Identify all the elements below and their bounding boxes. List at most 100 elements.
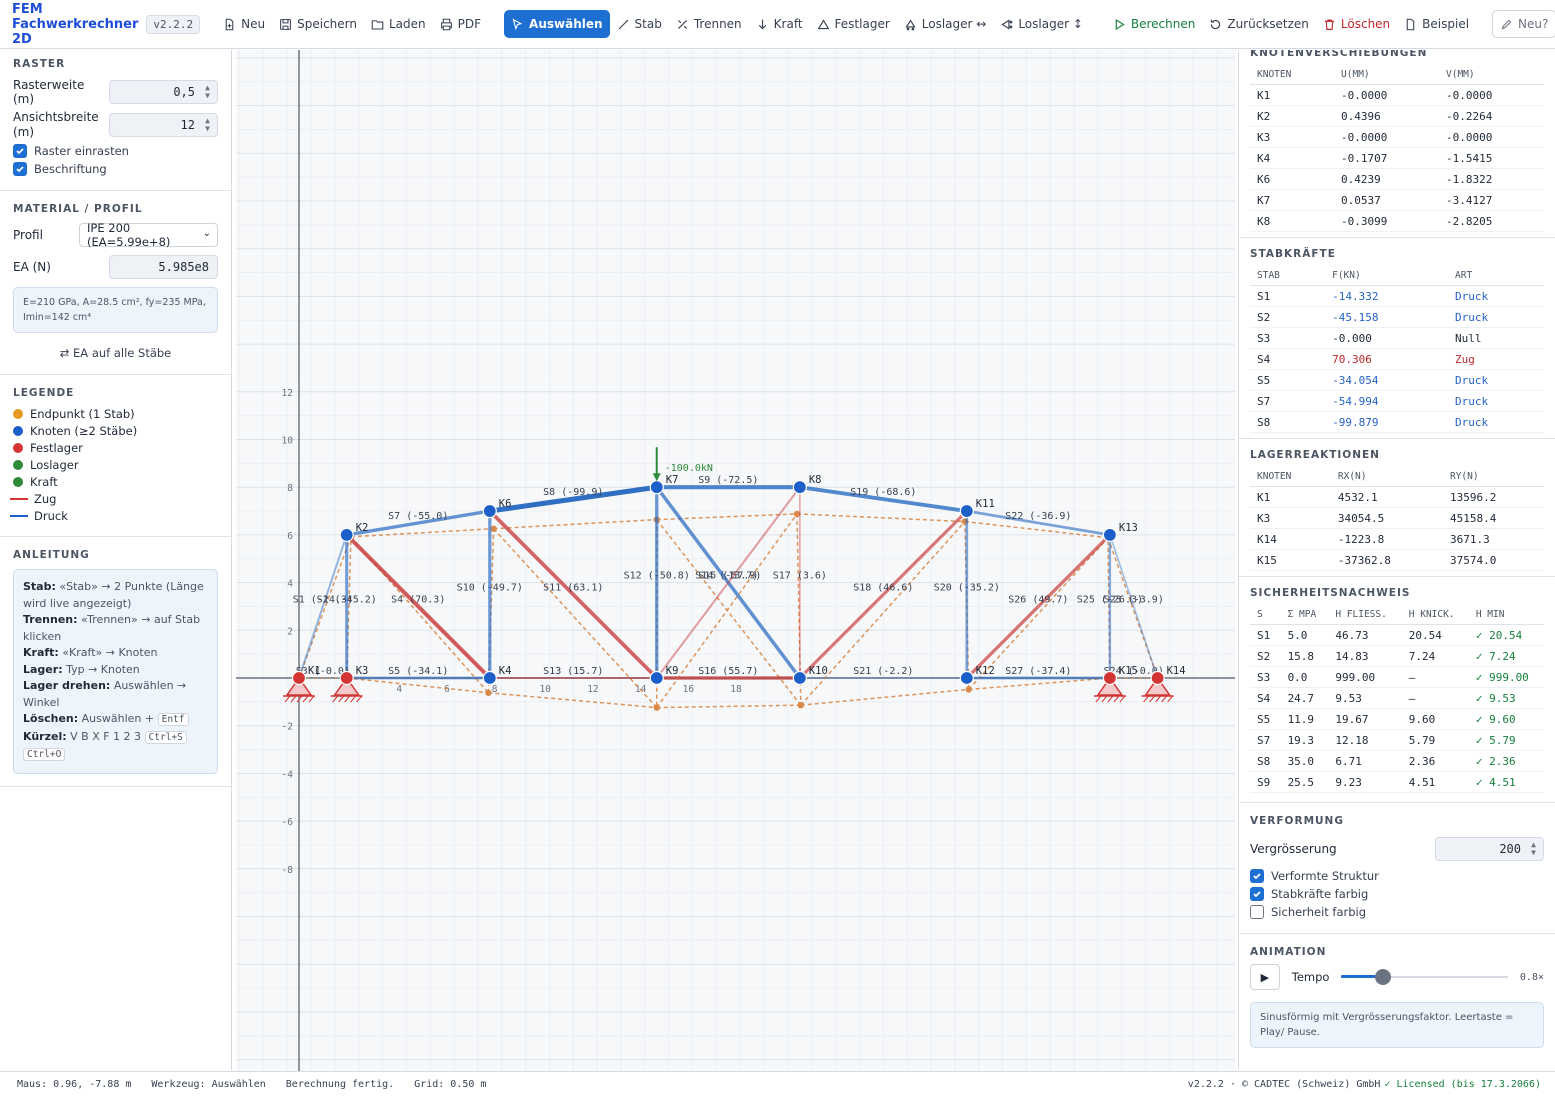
- spinner-icon[interactable]: ▲ ▼: [205, 84, 210, 100]
- force-tool-label: Kraft: [773, 17, 803, 31]
- delete-button[interactable]: Löschen: [1316, 10, 1397, 38]
- table-row: K15 -37362.8 37574.0: [1250, 549, 1544, 571]
- table-cell: S3: [1250, 327, 1326, 349]
- roller-support-icon: [905, 18, 916, 30]
- roller-h-tool-button[interactable]: Loslager ↔: [897, 10, 994, 38]
- node-k6[interactable]: [482, 503, 497, 519]
- help-new-button[interactable]: Neu?: [1492, 10, 1555, 38]
- node-k2[interactable]: [339, 527, 354, 542]
- guide-force-key: Kraft:: [23, 646, 59, 659]
- reset-button[interactable]: Zurücksetzen: [1202, 10, 1316, 38]
- grid-width-input[interactable]: 0,5 ▲ ▼: [109, 80, 218, 104]
- ea-all-label: EA auf alle Stäbe: [73, 346, 172, 360]
- node-k15[interactable]: [1102, 670, 1118, 686]
- grid-status: Grid: 0.50 m: [414, 1079, 487, 1090]
- raster-section: RASTER Rasterweite (m) 0,5 ▲ ▼ Ansichtsbre…: [0, 50, 231, 191]
- node-k9[interactable]: [649, 670, 664, 686]
- drawing-canvas[interactable]: 2468101214161812108642-2-4-6-8S1 (-14.3)…: [236, 33, 1235, 1084]
- play-icon: [1115, 18, 1125, 30]
- roller-v-tool-button[interactable]: Loslager ↕: [993, 10, 1090, 38]
- checkbox-checked-icon[interactable]: [13, 162, 27, 176]
- deformed-checkbox[interactable]: Verformte Struktur: [1250, 869, 1544, 883]
- force-color-label: Stabkräfte farbig: [1271, 887, 1369, 901]
- member-tool-button[interactable]: Stab: [610, 10, 669, 38]
- y-tick-label: -2: [282, 722, 293, 733]
- view-width-input[interactable]: 12 ▲ ▼: [109, 113, 218, 137]
- column-header: ART: [1448, 266, 1544, 286]
- ea-row: EA (N) 5.985e8: [13, 255, 218, 279]
- node-k14[interactable]: [1150, 670, 1165, 686]
- node-k8[interactable]: [792, 480, 807, 495]
- legend-section: LEGENDE Endpunkt (1 Stab) Knoten (≥2 Stäb…: [0, 375, 231, 537]
- legend-label: Knoten (≥2 Stäbe): [30, 424, 138, 438]
- node-k4[interactable]: [482, 670, 497, 686]
- node-k3[interactable]: [339, 670, 354, 686]
- table-header-row: SΣ MPA Η FLIESS. Η KNICK. Η MIN: [1250, 605, 1544, 625]
- table-cell: -0.0000: [1334, 84, 1440, 106]
- node-k7[interactable]: [649, 480, 664, 495]
- fixed-support-tool-button[interactable]: Festlager: [810, 10, 897, 38]
- animation-section: ANIMATION ▶ Tempo 0.8× Sinusförmig mit V…: [1239, 934, 1555, 1048]
- table-cell: 0.4239: [1334, 168, 1440, 190]
- tempo-slider[interactable]: [1341, 969, 1508, 985]
- node-k1[interactable]: [291, 670, 307, 686]
- spinner-icon[interactable]: ▲ ▼: [205, 117, 210, 133]
- profile-select[interactable]: IPE 200 (EA=5.99e+8) ⌄: [79, 221, 218, 249]
- scissors-icon: [677, 19, 687, 29]
- spinner-icon[interactable]: ▲ ▼: [1531, 841, 1536, 857]
- checkbox-checked-icon[interactable]: [1250, 869, 1264, 883]
- deformation-section: VERFORMUNG Vergrösserung 200 ▲ ▼ Verformte…: [1239, 803, 1555, 934]
- example-button[interactable]: Beispiel: [1397, 10, 1476, 38]
- table-cell: 11.9: [1280, 708, 1329, 730]
- safety-color-checkbox[interactable]: Sicherheit farbig: [1250, 905, 1544, 919]
- snap-grid-checkbox[interactable]: Raster einrasten: [13, 144, 218, 158]
- support-hatch: [1113, 695, 1120, 703]
- select-tool-button[interactable]: Auswählen: [504, 10, 610, 38]
- member-label: S21 (-2.2): [853, 666, 913, 677]
- support-hatch: [1161, 695, 1167, 703]
- deformed-label: Verformte Struktur: [1271, 869, 1379, 883]
- node-label: K14: [1167, 665, 1186, 677]
- labels-checkbox[interactable]: Beschriftung: [13, 162, 218, 176]
- play-button[interactable]: ▶: [1250, 964, 1280, 990]
- split-tool-button[interactable]: Trennen: [669, 10, 749, 38]
- trash-icon: [1324, 18, 1334, 30]
- force-tool-button[interactable]: Kraft: [749, 10, 810, 38]
- calculate-button[interactable]: Berechnen: [1106, 10, 1202, 38]
- checkbox-unchecked-icon[interactable]: [1250, 905, 1264, 919]
- save-button[interactable]: Speichern: [272, 10, 364, 38]
- table-cell: 9.53: [1328, 687, 1402, 709]
- table-cell: K3: [1250, 126, 1335, 148]
- truss-diagram[interactable]: 2468101214161812108642-2-4-6-8S1 (-14.3)…: [236, 33, 1235, 1084]
- reset-label: Zurücksetzen: [1227, 17, 1309, 31]
- checkbox-checked-icon[interactable]: [1250, 887, 1264, 901]
- node-k12[interactable]: [959, 670, 974, 686]
- scale-input[interactable]: 200 ▲ ▼: [1435, 837, 1544, 861]
- member-label: S22 (-36.9): [1005, 511, 1071, 522]
- checkbox-checked-icon[interactable]: [13, 144, 27, 158]
- legend-item: Kraft: [13, 475, 218, 489]
- load-button[interactable]: Laden: [364, 10, 433, 38]
- table-cell: 3671.3: [1442, 528, 1544, 550]
- version-badge: v2.2.2: [146, 14, 201, 34]
- member-label: S19 (-68.6): [850, 487, 916, 498]
- table-row: S7 -54.994 Druck: [1250, 390, 1544, 412]
- slider-thumb[interactable]: [1375, 969, 1392, 985]
- member-label: S20 (-35.2): [934, 583, 1000, 594]
- node-k10[interactable]: [792, 670, 807, 686]
- safety-title: SICHERHEITSNACHWEIS: [1250, 587, 1411, 599]
- ea-input[interactable]: 5.985e8: [109, 255, 218, 279]
- line-icon: [618, 19, 628, 29]
- table-cell: -1223.8: [1330, 528, 1443, 550]
- pdf-button[interactable]: PDF: [433, 10, 488, 38]
- node-k11[interactable]: [959, 503, 974, 519]
- node-k13[interactable]: [1102, 527, 1118, 542]
- new-button[interactable]: Neu: [216, 10, 272, 38]
- cursor-icon: [512, 17, 523, 30]
- file-icon: [1406, 18, 1415, 30]
- force-color-checkbox[interactable]: Stabkräfte farbig: [1250, 887, 1544, 901]
- pdf-label: PDF: [457, 17, 482, 31]
- ea-all-button[interactable]: ⇄ EA auf alle Stäbe: [13, 346, 218, 360]
- table-cell: ✓ 9.60: [1468, 708, 1544, 730]
- member-label: S5 (-34.1): [388, 666, 448, 677]
